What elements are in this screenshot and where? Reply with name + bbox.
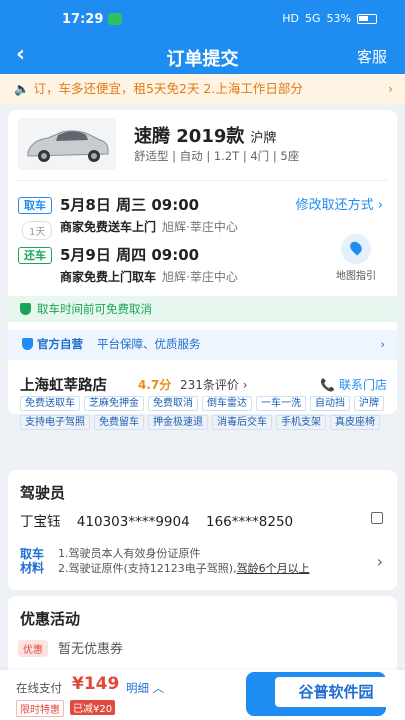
material-line-2: 2.驾驶证原件(支持12123电子驾照),驾龄6个月以上 (58, 562, 310, 575)
contact-store-button[interactable]: 📞 联系门店 (320, 376, 387, 393)
store-tag: 真皮座椅 (330, 415, 380, 430)
store-rating: 4.7分 (138, 378, 172, 392)
promo-coupon-text[interactable]: 暂无优惠券 (58, 638, 123, 657)
notice-chevron-icon: › (388, 81, 393, 96)
car-name: 速腾 2019款 沪牌 (134, 122, 276, 148)
return-tag: 还车 (18, 247, 52, 264)
return-service: 商家免费上门取车 旭辉·莘庄中心 (60, 270, 238, 284)
map-pin-icon (341, 234, 371, 264)
modify-pickup-return-link[interactable]: 修改取还方式 › (296, 194, 383, 213)
store-tag: 押金极速退 (148, 415, 208, 430)
driver-card: 驾驶员 丁宝钰 410303****9904 166****8250 取车材料 … (8, 470, 397, 590)
map-guide-button[interactable]: 地图指引 (327, 234, 385, 282)
driver-phone: 166****8250 (206, 514, 294, 530)
free-cancel-notice: 取车时间前可免费取消 (8, 296, 397, 322)
watermark-logo: 谷普软件园 (275, 677, 397, 707)
driver-info: 丁宝钰 410303****9904 166****8250 (20, 510, 305, 530)
store-tags: 免费送取车 芝麻免押金 免费取消 倒车雷达 一车一洗 自动挡 沪牌 支持电子驾照… (20, 396, 390, 430)
store-reviews-link[interactable]: 231条评价 › (180, 376, 248, 393)
platform-chevron-icon: › (380, 337, 385, 351)
store-tag: 免费送取车 (20, 396, 80, 411)
pay-label: 在线支付 (16, 681, 62, 695)
status-icons: HD 5G 53% (282, 12, 377, 25)
signal-label: 5G (305, 12, 321, 25)
store-tag: 免费留车 (94, 415, 144, 430)
store-row: 上海虹莘路店 4.7分 231条评价 › 📞 联系门店 (8, 366, 397, 396)
store-tag: 芝麻免押金 (84, 396, 144, 411)
edit-driver-icon[interactable] (371, 512, 383, 524)
store-tag: 免费取消 (148, 396, 198, 411)
pickup-service: 商家免费送车上门 旭辉·莘庄中心 (60, 220, 238, 234)
return-datetime: 5月9日 周四 09:00 (60, 246, 200, 264)
promo-notice-bar[interactable]: 🔈 订，车多还便宜，租5天免2天 2.上海工作日部分 › (0, 74, 405, 104)
store-tag: 消毒后交车 (212, 415, 272, 430)
price-detail-button[interactable]: 明细 ︿ (126, 680, 164, 696)
hd-badge: HD (282, 12, 300, 25)
driver-section-title: 驾驶员 (20, 484, 66, 502)
rental-days: 1天 (22, 221, 53, 240)
pickup-tag: 取车 (18, 197, 52, 214)
material-line-1: 1.驾驶员本人有效身份证原件 (58, 547, 201, 560)
official-shield-icon (22, 338, 33, 350)
pickup-datetime: 5月8日 周三 09:00 (60, 196, 200, 214)
wechat-icon (108, 13, 122, 25)
divider (18, 180, 387, 181)
materials-label: 取车材料 (20, 547, 45, 575)
limited-offer-badge: 限时特惠 (16, 700, 64, 717)
shield-check-icon (20, 303, 31, 315)
driver-name: 丁宝钰 (20, 514, 61, 530)
car-specs: 舒适型 | 自动 | 1.2T | 4门 | 5座 (134, 149, 300, 163)
driver-id: 410303****9904 (76, 514, 190, 530)
car-model: 速腾 2019款 (134, 126, 245, 147)
promo-section-title: 优惠活动 (20, 610, 81, 628)
pay-price: ¥149 (72, 674, 120, 694)
page-title: 订单提交 (166, 49, 239, 70)
customer-service-button[interactable]: 客服 (357, 46, 387, 67)
store-tag: 一车一洗 (256, 396, 306, 411)
store-tag: 倒车雷达 (202, 396, 252, 411)
order-card: 速腾 2019款 沪牌 舒适型 | 自动 | 1.2T | 4门 | 5座 取车 … (8, 110, 397, 430)
platform-guarantee-bar[interactable]: 官方自营 平台保障、优质服务 › (8, 330, 397, 360)
nav-bar: ‹ 订单提交 客服 (0, 40, 405, 74)
status-bar: 17:29 HD 5G 53% (0, 0, 405, 40)
car-plate: 沪牌 (250, 131, 277, 146)
notice-text: 订，车多还便宜，租5天免2天 2.上海工作日部分 (33, 81, 303, 96)
promo-badge: 优惠 (18, 640, 48, 657)
store-tag: 沪牌 (354, 396, 384, 411)
notice-speaker-icon: 🔈 (14, 81, 34, 96)
battery-text: 53% (326, 12, 351, 25)
status-time: 17:29 (62, 12, 104, 27)
car-image (18, 118, 116, 170)
store-name: 上海虹莘路店 (20, 378, 107, 394)
materials-chevron-icon[interactable]: › (377, 552, 383, 571)
store-tag: 支持电子驾照 (20, 415, 90, 430)
battery-icon (357, 13, 377, 24)
store-tag: 自动挡 (310, 396, 350, 411)
store-tag: 手机支架 (276, 415, 326, 430)
saved-amount-badge: 已减¥20 (70, 700, 116, 715)
materials-list: 1.驾驶员本人有效身份证原件 2.驾驶证原件(支持12123电子驾照),驾龄6个… (58, 546, 310, 576)
